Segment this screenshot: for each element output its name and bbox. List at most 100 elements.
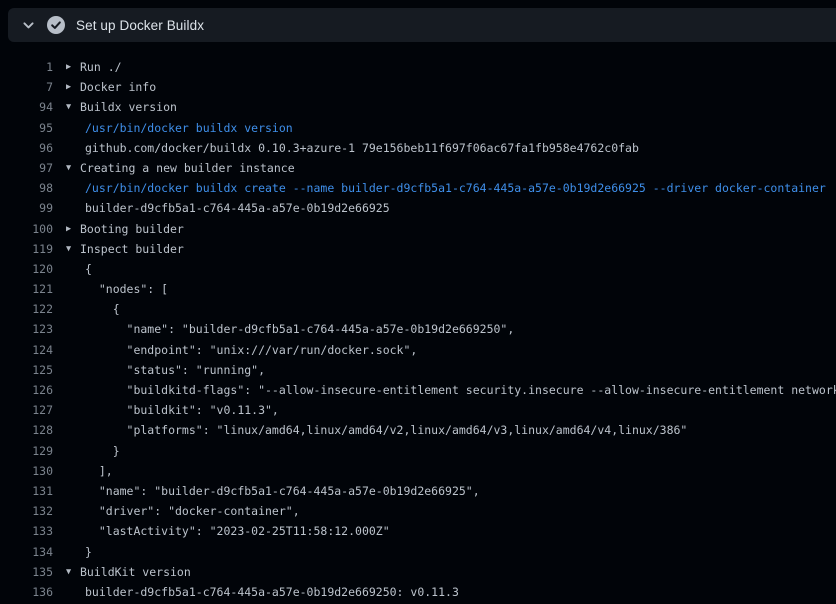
line-number: 134 [0, 542, 53, 562]
log-line: 94 ▼ Buildx version [0, 97, 836, 117]
line-text: github.com/docker/buildx 0.10.3+azure-1 … [85, 138, 639, 158]
line-text: Creating a new builder instance [80, 158, 295, 178]
line-number: 126 [0, 380, 53, 400]
group-toggle-icon[interactable]: ▼ [66, 97, 80, 117]
step-header[interactable]: Set up Docker Buildx [8, 8, 836, 42]
line-text: /usr/bin/docker buildx create --name bui… [85, 178, 826, 198]
line-number: 135 [0, 562, 53, 582]
line-text: } [85, 542, 92, 562]
log-line: 134 } [0, 542, 836, 562]
group-toggle-icon[interactable]: ▶ [66, 57, 80, 77]
line-number: 94 [0, 97, 53, 117]
indent-spacer [66, 501, 85, 521]
log-line: 131 "name": "builder-d9cfb5a1-c764-445a-… [0, 481, 836, 501]
line-number: 99 [0, 198, 53, 218]
log-line: 129 } [0, 441, 836, 461]
group-toggle-icon[interactable]: ▼ [66, 239, 80, 259]
group-toggle-icon[interactable]: ▶ [66, 219, 80, 239]
log-area[interactable]: 1 ▶ Run ./ 7 ▶ Docker info 94 ▼ Buildx v… [0, 57, 836, 604]
indent-spacer [66, 319, 85, 339]
line-number: 131 [0, 481, 53, 501]
log-line: 126 "buildkitd-flags": "--allow-insecure… [0, 380, 836, 400]
log-line: 135 ▼ BuildKit version [0, 562, 836, 582]
indent-spacer [66, 279, 85, 299]
line-text: } [85, 441, 120, 461]
log-line: 124 "endpoint": "unix:///var/run/docker.… [0, 340, 836, 360]
indent-spacer [66, 340, 85, 360]
indent-spacer [66, 380, 85, 400]
indent-spacer [66, 521, 85, 541]
indent-spacer [66, 582, 85, 602]
line-number: 133 [0, 521, 53, 541]
line-number: 130 [0, 461, 53, 481]
line-number: 7 [0, 77, 53, 97]
line-number: 127 [0, 400, 53, 420]
group-toggle-icon[interactable]: ▼ [66, 562, 80, 582]
line-number: 1 [0, 57, 53, 77]
check-circle-icon [47, 16, 65, 34]
log-line: 97 ▼ Creating a new builder instance [0, 158, 836, 178]
log-line: 128 "platforms": "linux/amd64,linux/amd6… [0, 420, 836, 440]
line-text: BuildKit version [80, 562, 191, 582]
line-text: Run ./ [80, 57, 122, 77]
log-line: 123 "name": "builder-d9cfb5a1-c764-445a-… [0, 319, 836, 339]
line-text: { [85, 259, 92, 279]
log-line: 136 builder-d9cfb5a1-c764-445a-a57e-0b19… [0, 582, 836, 602]
indent-spacer [66, 360, 85, 380]
line-text: "buildkitd-flags": "--allow-insecure-ent… [85, 380, 836, 400]
log-line: 1 ▶ Run ./ [0, 57, 836, 77]
indent-spacer [66, 299, 85, 319]
line-text: "nodes": [ [85, 279, 168, 299]
line-number: 136 [0, 582, 53, 602]
line-text: "endpoint": "unix:///var/run/docker.sock… [85, 340, 417, 360]
log-line: 95 /usr/bin/docker buildx version [0, 118, 836, 138]
indent-spacer [66, 178, 85, 198]
log-line: 132 "driver": "docker-container", [0, 501, 836, 521]
line-text: "status": "running", [85, 360, 265, 380]
log-line: 100 ▶ Booting builder [0, 219, 836, 239]
indent-spacer [66, 198, 85, 218]
line-number: 125 [0, 360, 53, 380]
log-line: 122 { [0, 299, 836, 319]
line-number: 119 [0, 239, 53, 259]
line-text: builder-d9cfb5a1-c764-445a-a57e-0b19d2e6… [85, 198, 390, 218]
group-toggle-icon[interactable]: ▶ [66, 77, 80, 97]
line-number: 128 [0, 420, 53, 440]
line-number: 123 [0, 319, 53, 339]
group-toggle-icon[interactable]: ▼ [66, 158, 80, 178]
line-text: "lastActivity": "2023-02-25T11:58:12.000… [85, 521, 390, 541]
indent-spacer [66, 420, 85, 440]
line-text: "driver": "docker-container", [85, 501, 300, 521]
line-text: { [85, 299, 120, 319]
line-text: builder-d9cfb5a1-c764-445a-a57e-0b19d2e6… [85, 582, 459, 602]
indent-spacer [66, 441, 85, 461]
log-line: 130 ], [0, 461, 836, 481]
line-text: "platforms": "linux/amd64,linux/amd64/v2… [85, 420, 687, 440]
line-number: 124 [0, 340, 53, 360]
log-line: 121 "nodes": [ [0, 279, 836, 299]
log-line: 125 "status": "running", [0, 360, 836, 380]
line-text: Docker info [80, 77, 156, 97]
line-text: Buildx version [80, 97, 177, 117]
line-text: /usr/bin/docker buildx version [85, 118, 293, 138]
indent-spacer [66, 259, 85, 279]
line-number: 98 [0, 178, 53, 198]
line-number: 132 [0, 501, 53, 521]
line-text: Inspect builder [80, 239, 184, 259]
indent-spacer [66, 481, 85, 501]
indent-spacer [66, 542, 85, 562]
line-number: 95 [0, 118, 53, 138]
line-number: 129 [0, 441, 53, 461]
line-number: 100 [0, 219, 53, 239]
chevron-down-icon[interactable] [17, 14, 39, 36]
line-number: 120 [0, 259, 53, 279]
line-number: 97 [0, 158, 53, 178]
log-line: 98 /usr/bin/docker buildx create --name … [0, 178, 836, 198]
line-text: "name": "builder-d9cfb5a1-c764-445a-a57e… [85, 481, 480, 501]
log-line: 99 builder-d9cfb5a1-c764-445a-a57e-0b19d… [0, 198, 836, 218]
line-text: "name": "builder-d9cfb5a1-c764-445a-a57e… [85, 319, 514, 339]
line-number: 96 [0, 138, 53, 158]
log-line: 96 github.com/docker/buildx 0.10.3+azure… [0, 138, 836, 158]
indent-spacer [66, 118, 85, 138]
log-line: 127 "buildkit": "v0.11.3", [0, 400, 836, 420]
